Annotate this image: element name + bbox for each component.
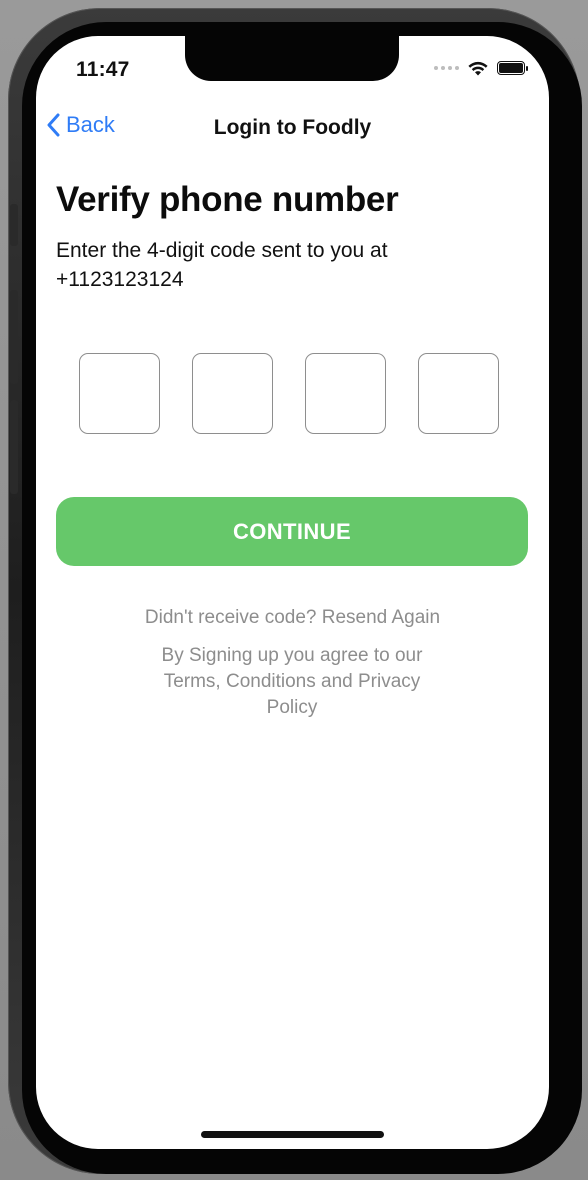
battery-icon <box>497 61 528 75</box>
navigation-bar: Back Login to Foodly <box>36 108 549 148</box>
volume-down-button <box>10 400 18 494</box>
code-digit-3[interactable] <box>305 353 386 434</box>
code-digit-2[interactable] <box>192 353 273 434</box>
resend-code-link[interactable]: Didn't receive code? Resend Again <box>36 607 549 629</box>
continue-button[interactable]: CONTINUE <box>56 497 528 566</box>
notch <box>185 36 399 81</box>
page-title: Verify phone number <box>56 180 399 219</box>
instruction-text: Enter the 4-digit code sent to you at +1… <box>56 239 388 291</box>
code-input-group <box>79 353 499 434</box>
silent-switch <box>10 204 18 246</box>
signal-dots-icon <box>434 66 459 70</box>
code-digit-4[interactable] <box>418 353 499 434</box>
status-icons <box>434 60 528 76</box>
code-digit-1[interactable] <box>79 353 160 434</box>
volume-up-button <box>10 290 18 384</box>
status-time: 11:47 <box>76 58 130 81</box>
nav-title: Login to Foodly <box>213 116 372 139</box>
terms-text[interactable]: By Signing up you agree to our Terms, Co… <box>146 643 438 721</box>
screen: 11:47 Back Login to Foodly Verify phone … <box>36 36 549 1149</box>
home-indicator[interactable] <box>201 1131 384 1138</box>
wifi-icon <box>468 61 488 76</box>
